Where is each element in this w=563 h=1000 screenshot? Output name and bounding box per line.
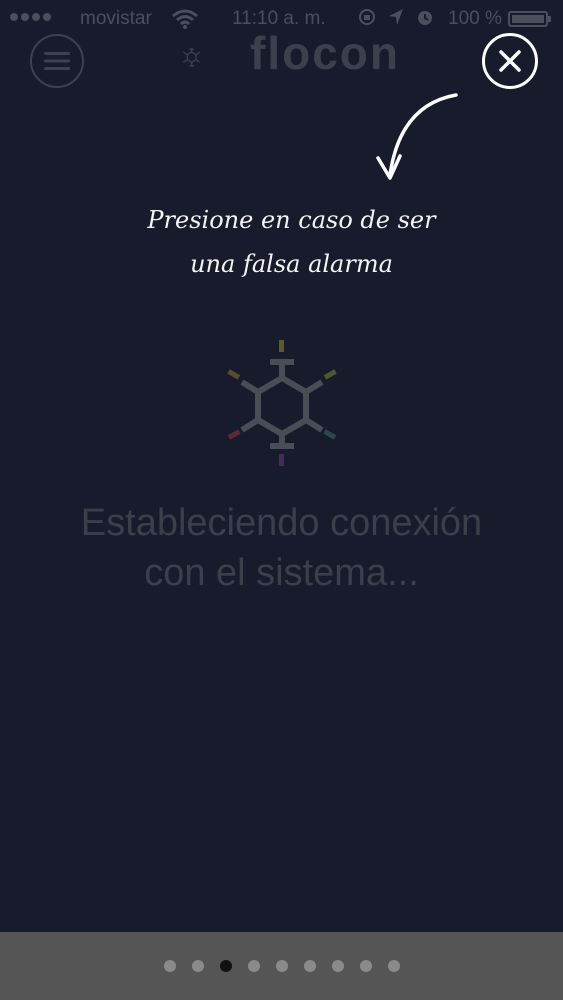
loading-snowflake-icon xyxy=(227,340,337,466)
close-button[interactable] xyxy=(482,33,538,89)
page-dot[interactable] xyxy=(275,960,288,972)
page-dot[interactable] xyxy=(163,960,176,972)
connection-status: Estableciendo conexión con el sistema... xyxy=(0,498,563,598)
alarm-icon xyxy=(418,11,432,25)
app-screen: movistar 11:10 a. m. 100 % flocon Presio… xyxy=(0,0,563,1000)
menu-button[interactable] xyxy=(30,34,84,88)
status-icons xyxy=(358,8,434,26)
page-dot[interactable] xyxy=(387,960,400,972)
hamburger-menu-icon xyxy=(44,52,70,70)
page-dot[interactable] xyxy=(331,960,344,972)
battery-percentage: 100 % xyxy=(448,8,502,29)
flocon-logo-icon xyxy=(182,48,201,67)
logo-text: flocon xyxy=(250,27,400,79)
hint-line-2: una falsa alarma xyxy=(190,250,393,278)
page-indicator[interactable] xyxy=(0,960,563,972)
location-arrow-icon xyxy=(389,9,403,25)
carrier-name: movistar xyxy=(80,8,152,29)
page-dot[interactable] xyxy=(247,960,260,972)
page-dot[interactable] xyxy=(359,960,372,972)
close-icon xyxy=(499,50,521,72)
connection-status-line-1: Estableciendo conexión xyxy=(80,502,483,544)
page-dot[interactable] xyxy=(191,960,204,972)
page-dot[interactable] xyxy=(303,960,316,972)
connection-status-line-2: con el sistema... xyxy=(144,552,419,594)
rotation-lock-icon xyxy=(359,9,375,25)
page-dot[interactable] xyxy=(219,960,232,972)
pointer-arrow-icon xyxy=(376,93,458,180)
battery-icon xyxy=(508,11,551,27)
false-alarm-hint: Presione en caso de ser una falsa alarma xyxy=(0,198,563,286)
signal-dots-icon xyxy=(10,13,51,21)
hint-line-1: Presione en caso de ser xyxy=(147,206,436,234)
